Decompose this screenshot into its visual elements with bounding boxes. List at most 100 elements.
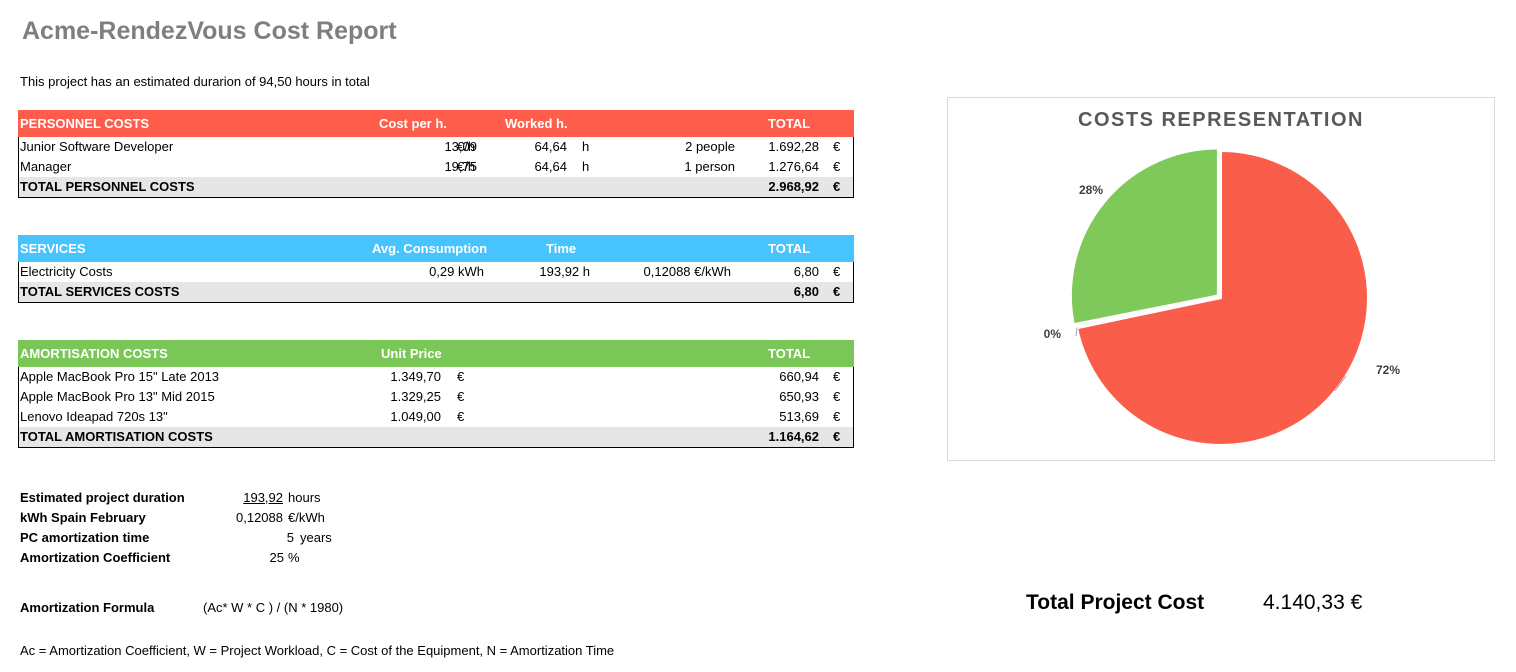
row-total: 1.276,64 [768, 159, 819, 174]
personnel-header-name: PERSONNEL COSTS [20, 116, 150, 131]
row-total: 1.692,28 [768, 139, 819, 154]
param-label: Amortization Coefficient [20, 550, 171, 565]
row-hours-unit: h [582, 139, 590, 154]
row-currency: € [833, 369, 841, 384]
row-people: 1 person [684, 159, 735, 174]
formula-label: Amortization Formula [20, 600, 155, 615]
row-currency: € [833, 409, 841, 424]
row-price-currency: € [457, 369, 465, 384]
total-currency: € [833, 284, 841, 299]
param-row: kWh Spain February 0,12088 €/kWh [20, 508, 350, 528]
total-label: TOTAL SERVICES COSTS [20, 284, 180, 299]
services-header-total: TOTAL [768, 241, 811, 256]
row-hours: 64,64 [534, 139, 567, 154]
row-consumption: 0,29 kWh [429, 264, 484, 279]
formula-value: (Ac* W * C ) / (N * 1980) [203, 600, 344, 615]
row-price: 1.049,00 [390, 409, 441, 424]
total-label: TOTAL AMORTISATION COSTS [20, 429, 213, 444]
row-name: Lenovo Ideapad 720s 13" [20, 409, 168, 424]
row-currency: € [833, 264, 841, 279]
total-value: 1.164,62 [768, 429, 819, 444]
costs-pie-chart: COSTS REPRESENTATION 72% 0% 28% [947, 97, 1495, 461]
param-value: 0,12088 [236, 510, 283, 525]
row-time: 193,92 h [539, 264, 590, 279]
services-header-consumption: Avg. Consumption [372, 241, 488, 256]
row-name: Apple MacBook Pro 15" Late 2013 [20, 369, 220, 384]
amortisation-header: AMORTISATION COSTS Unit Price TOTAL [18, 340, 854, 367]
pie-leader-line [1075, 327, 1078, 337]
total-label: TOTAL PERSONNEL COSTS [20, 179, 195, 194]
param-label: PC amortization time [20, 530, 150, 545]
amortisation-header-total: TOTAL [768, 346, 811, 361]
formula-legend-note: Ac = Amortization Coefficient, W = Proje… [20, 643, 615, 658]
pie-data-label: 0% [1044, 327, 1062, 341]
row-cost-unit: €/h [457, 159, 476, 174]
report-title: Acme-RendezVous Cost Report [22, 17, 397, 45]
row-hours-unit: h [582, 159, 590, 174]
pie-data-label: 28% [1079, 183, 1103, 197]
table-row: Manager 19,75 €/h 64,64 h 1 person 1.276… [19, 157, 853, 177]
param-unit: €/kWh [288, 510, 325, 525]
row-total: 513,69 [779, 409, 819, 424]
pie-svg: 72% 0% 28% [1044, 147, 1400, 446]
row-people: 2 people [685, 139, 735, 154]
param-value: 193,92 [243, 490, 283, 505]
row-currency: € [833, 139, 841, 154]
row-currency: € [833, 159, 841, 174]
total-currency: € [833, 179, 841, 194]
table-row: Electricity Costs 0,29 kWh 193,92 h 0,12… [19, 262, 853, 282]
table-row: Junior Software Developer 13,09 €/h 64,6… [19, 137, 853, 157]
services-costs-table: SERVICES Avg. Consumption Time TOTAL Ele… [18, 235, 854, 303]
row-hours: 64,64 [534, 159, 567, 174]
row-price-currency: € [457, 409, 465, 424]
services-header: SERVICES Avg. Consumption Time TOTAL [18, 235, 854, 262]
pie-data-label: 72% [1376, 363, 1400, 377]
personnel-costs-table: PERSONNEL COSTS Cost per h. Worked h. TO… [18, 110, 854, 198]
row-total: 6,80 [793, 264, 819, 279]
total-currency: € [833, 429, 841, 444]
total-value: 2.968,92 [768, 179, 819, 194]
services-total-row: TOTAL SERVICES COSTS 6,80 € [19, 282, 853, 303]
services-header-time: Time [546, 241, 577, 256]
param-value: 5 [286, 530, 294, 545]
row-cost-unit: €/h [457, 139, 476, 154]
param-label: kWh Spain February [20, 510, 146, 525]
param-row: Amortization Coefficient 25 % [20, 548, 350, 568]
param-unit: hours [288, 490, 321, 505]
amortisation-header-unit-price: Unit Price [381, 346, 442, 361]
pie-slice [1069, 147, 1219, 326]
personnel-header: PERSONNEL COSTS Cost per h. Worked h. TO… [18, 110, 854, 137]
services-header-name: SERVICES [20, 241, 86, 256]
amortisation-header-name: AMORTISATION COSTS [20, 346, 168, 361]
table-row: Apple MacBook Pro 13" Mid 2015 1.329,25 … [19, 387, 853, 407]
table-row: Apple MacBook Pro 15" Late 2013 1.349,70… [19, 367, 853, 387]
amortisation-costs-table: AMORTISATION COSTS Unit Price TOTAL Appl… [18, 340, 854, 448]
param-unit: % [288, 550, 300, 565]
row-name: Manager [20, 159, 72, 174]
grand-total-value: 4.140,33 € [1263, 591, 1363, 614]
param-row: PC amortization time 5 years [20, 528, 350, 548]
row-rate: 0,12088 €/kWh [643, 264, 731, 279]
row-price-currency: € [457, 389, 465, 404]
row-price: 1.329,25 [390, 389, 441, 404]
parameters-block: Estimated project duration 193,92 hours … [20, 488, 350, 568]
row-name: Electricity Costs [20, 264, 113, 279]
param-value: 25 [269, 550, 284, 565]
row-price: 1.349,70 [390, 369, 441, 384]
grand-total-label: Total Project Cost [1026, 591, 1205, 614]
row-total: 660,94 [779, 369, 819, 384]
report-intro: This project has an estimated durarion o… [20, 74, 370, 89]
personnel-total-row: TOTAL PERSONNEL COSTS 2.968,92 € [19, 177, 853, 198]
amortisation-total-row: TOTAL AMORTISATION COSTS 1.164,62 € [19, 427, 853, 448]
param-label: Estimated project duration [20, 490, 185, 505]
personnel-header-total: TOTAL [768, 116, 811, 131]
row-currency: € [833, 389, 841, 404]
row-name: Apple MacBook Pro 13" Mid 2015 [20, 389, 215, 404]
param-unit: years [300, 530, 332, 545]
row-total: 650,93 [779, 389, 819, 404]
row-name: Junior Software Developer [20, 139, 174, 154]
total-value: 6,80 [793, 284, 819, 299]
param-row: Estimated project duration 193,92 hours [20, 488, 350, 508]
personnel-header-cost: Cost per h. [379, 116, 447, 131]
table-row: Lenovo Ideapad 720s 13" 1.049,00 € 513,6… [19, 407, 853, 427]
